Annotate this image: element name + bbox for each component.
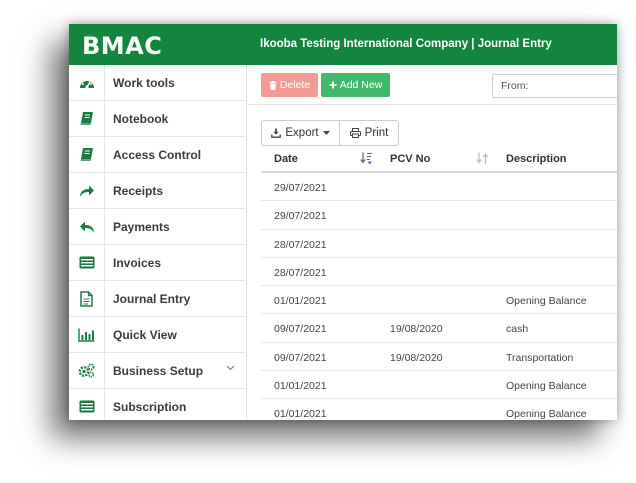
table-row[interactable]: 01/01/2021 Opening Balance [261, 399, 617, 420]
sidebar-icon-cell [69, 389, 105, 420]
sort-icon[interactable] [476, 152, 489, 165]
sidebar-item-receipts[interactable]: Receipts [69, 173, 247, 209]
top-bar: BMAC Ikooba Testing International Compan… [69, 24, 617, 65]
export-print-group: Export Print [261, 120, 399, 146]
sort-desc-icon[interactable] [360, 152, 373, 165]
cell-pcv: 19/08/2020 [390, 351, 443, 364]
sidebar-item-invoices[interactable]: Invoices [69, 245, 247, 281]
download-icon [271, 128, 282, 138]
from-date-input[interactable] [492, 74, 617, 98]
sidebar-icon-cell [69, 209, 105, 244]
dashboard-icon [79, 78, 94, 89]
add-new-button[interactable]: Add New [321, 73, 390, 97]
sidebar-item-label: Business Setup [113, 364, 204, 378]
chevron-down-icon[interactable] [226, 365, 235, 371]
cell-date: 01/01/2021 [274, 380, 327, 393]
cell-desc: Opening Balance [506, 408, 587, 420]
sidebar-icon-cell [69, 101, 105, 136]
caret-down-icon [322, 131, 330, 135]
book-icon [80, 148, 93, 161]
trash-icon [269, 80, 277, 90]
share-arrow-icon [79, 185, 94, 197]
cell-desc: Opening Balance [506, 295, 587, 308]
export-label: Export [285, 127, 319, 139]
sidebar-icon-cell [69, 281, 105, 316]
sidebar-item-label: Payments [113, 220, 170, 234]
action-toolbar: Delete Add New [248, 65, 617, 105]
export-button[interactable]: Export [261, 120, 340, 146]
reply-arrow-icon [79, 221, 94, 233]
cell-date: 01/01/2021 [274, 295, 327, 308]
column-header-date[interactable]: Date [274, 153, 298, 165]
sidebar-item-label: Work tools [113, 76, 175, 90]
column-header-description[interactable]: Description [506, 153, 567, 165]
sidebar-icon-cell [69, 65, 105, 100]
add-new-label: Add New [339, 79, 383, 91]
cell-date: 29/07/2021 [274, 182, 327, 194]
main-content: Delete Add New Export [248, 65, 617, 420]
sidebar-item-label: Access Control [113, 148, 202, 162]
print-label: Print [364, 127, 389, 139]
journal-table: Date PCV No Description 29/07/2021 29/07/… [261, 148, 617, 420]
bar-chart-icon [78, 328, 95, 342]
sidebar-icon-cell [69, 173, 105, 208]
sidebar-item-quick-view[interactable]: Quick View [69, 317, 247, 353]
sidebar-item-subscription[interactable]: Subscription [69, 389, 247, 420]
sidebar-icon-cell [69, 317, 105, 352]
sidebar-item-work-tools[interactable]: Work tools [69, 65, 247, 101]
table-body: 29/07/2021 29/07/2021 28/07/2021 28/07/2021… [261, 173, 617, 420]
print-button[interactable]: Print [340, 120, 399, 146]
cell-date: 09/07/2021 [274, 351, 327, 364]
sidebar-item-notebook[interactable]: Notebook [69, 101, 247, 137]
sidebar-item-label: Notebook [113, 112, 169, 126]
sidebar-item-label: Receipts [113, 184, 164, 198]
sidebar-icon-cell [69, 137, 105, 172]
column-header-pcv-no[interactable]: PCV No [390, 153, 430, 165]
table-row[interactable]: 09/07/2021 19/08/2020 Transportation [261, 343, 617, 372]
table-row[interactable]: 09/07/2021 19/08/2020 cash [261, 314, 617, 343]
list-card-icon [79, 400, 94, 413]
book-icon [80, 112, 93, 125]
cell-date: 28/07/2021 [274, 238, 327, 251]
app-window: BMAC Ikooba Testing International Compan… [69, 24, 617, 420]
table-row[interactable]: 01/01/2021 Opening Balance [261, 371, 617, 400]
cell-date: 01/01/2021 [274, 408, 327, 420]
table-row[interactable]: 29/07/2021 [261, 173, 617, 202]
cell-desc: cash [506, 323, 529, 336]
table-row[interactable]: 29/07/2021 [261, 201, 617, 230]
cell-desc: Transportation [506, 351, 574, 364]
brand-logo[interactable]: BMAC [82, 32, 162, 60]
table-row[interactable]: 01/01/2021 Opening Balance [261, 286, 617, 315]
cell-pcv: 19/08/2020 [390, 323, 443, 336]
delete-button[interactable]: Delete [261, 73, 318, 97]
sidebar-item-label: Quick View [113, 328, 177, 342]
sidebar-item-business-setup[interactable]: Business Setup [69, 353, 247, 389]
gears-icon [78, 363, 95, 378]
page-title: Ikooba Testing International Company | J… [260, 38, 552, 50]
list-card-icon [79, 256, 94, 269]
sidebar-item-access-control[interactable]: Access Control [69, 137, 247, 173]
sidebar-icon-cell [69, 353, 105, 388]
sidebar-icon-cell [69, 245, 105, 280]
table-header: Date PCV No Description [261, 148, 617, 173]
printer-icon [349, 128, 361, 138]
cell-date: 28/07/2021 [274, 266, 327, 279]
sidebar-item-label: Journal Entry [113, 292, 191, 306]
delete-label: Delete [279, 79, 311, 91]
sidebar-item-label: Invoices [113, 256, 162, 270]
sidebar: Work tools Notebook Access Control Recei… [69, 65, 247, 420]
cell-date: 09/07/2021 [274, 323, 327, 336]
sidebar-item-journal-entry[interactable]: Journal Entry [69, 281, 247, 317]
document-icon [80, 290, 93, 307]
sidebar-item-label: Subscription [113, 400, 187, 414]
cell-date: 29/07/2021 [274, 210, 327, 223]
sidebar-item-payments[interactable]: Payments [69, 209, 247, 245]
table-row[interactable]: 28/07/2021 [261, 258, 617, 287]
plus-icon [329, 81, 337, 89]
table-row[interactable]: 28/07/2021 [261, 230, 617, 258]
cell-desc: Opening Balance [506, 380, 587, 393]
